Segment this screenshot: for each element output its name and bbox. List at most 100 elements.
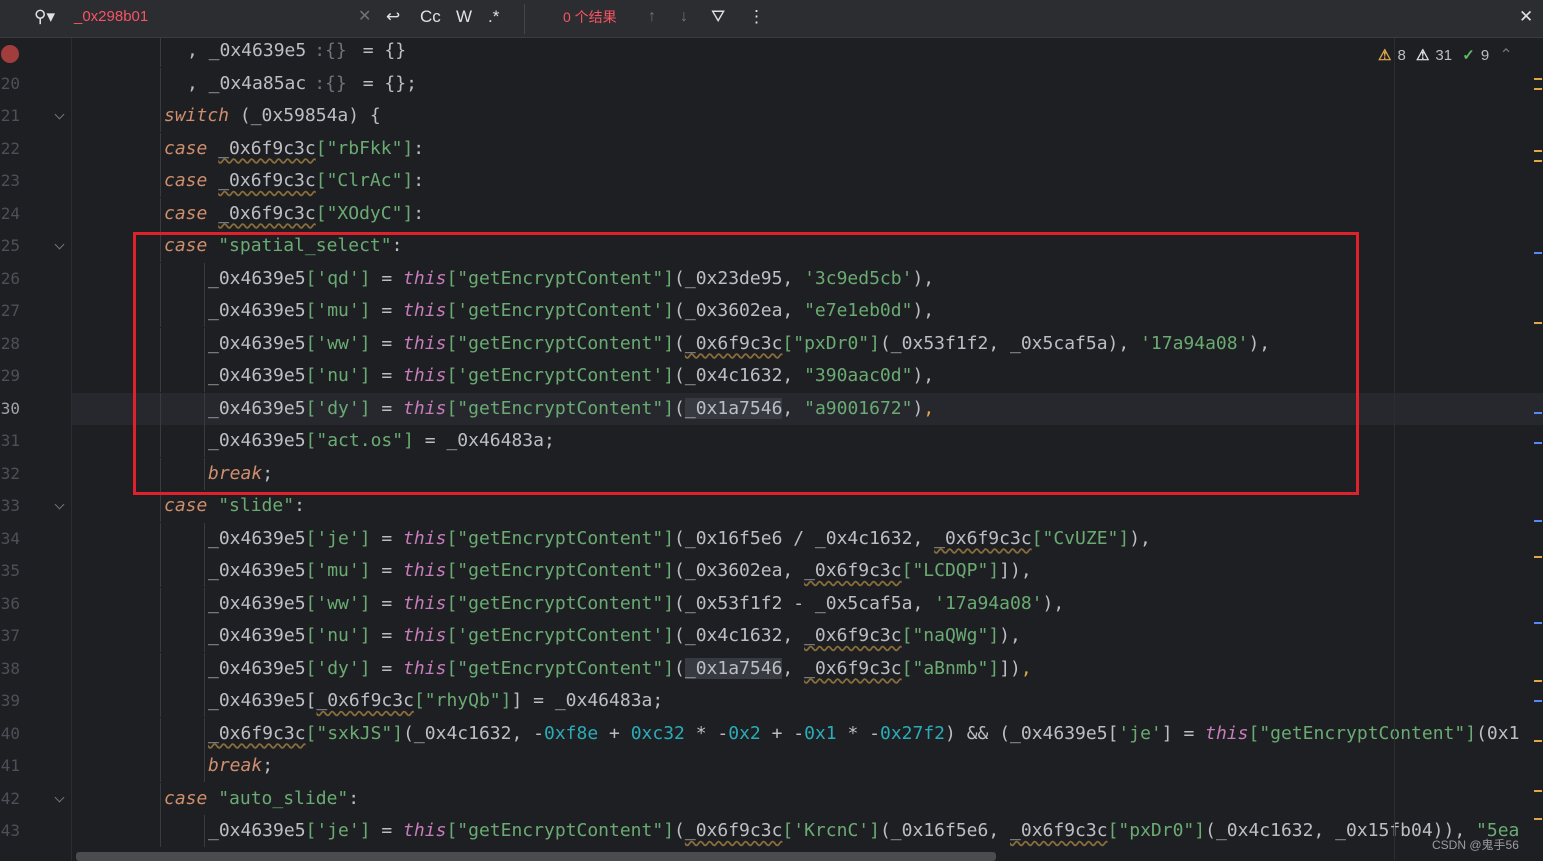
code-line[interactable]: _0x4639e5['dy'] = this["getEncryptConten… <box>72 392 1543 425</box>
scrollbar-marker[interactable] <box>1534 412 1542 414</box>
indent-guide <box>160 230 161 262</box>
code-token: "auto_slide" <box>218 787 349 809</box>
scrollbar-marker[interactable] <box>1534 442 1542 444</box>
code-line[interactable]: switch (_0x59854a) { <box>72 100 1543 132</box>
clear-search-icon[interactable]: ✕ <box>358 0 371 38</box>
match-case-button[interactable]: Cc <box>420 0 441 38</box>
code-editor[interactable]: , _0x4639e5:{} = {} , _0x4a85ac:{} = {}; swi… <box>72 38 1543 861</box>
code-text: _0x4639e5['je'] = this["getEncryptConten… <box>208 815 1519 847</box>
code-token: ['ww'] <box>305 332 371 354</box>
code-line[interactable]: _0x4639e5['ww'] = this["getEncryptConten… <box>72 587 1543 620</box>
code-token: this <box>403 527 447 549</box>
code-token: _0x4639e5 <box>208 300 306 321</box>
scrollbar-marker[interactable] <box>1534 790 1542 792</box>
code-token: switch <box>164 105 230 126</box>
code-line[interactable]: , _0x4639e5:{} = {} <box>72 38 1543 67</box>
previous-match-icon[interactable]: ↑ <box>648 0 656 38</box>
code-line[interactable]: _0x4639e5['je'] = this["getEncryptConten… <box>72 815 1543 847</box>
code-token: "slide" <box>218 495 295 516</box>
code-token: ; <box>262 755 274 776</box>
indent-guide <box>160 327 161 360</box>
code-line[interactable]: case "slide": <box>72 490 1543 522</box>
scrollbar-marker[interactable] <box>1534 740 1542 742</box>
code-token: (0x1 <box>1476 722 1520 744</box>
code-token: 0xf8e <box>543 722 599 744</box>
line-number: 42 <box>0 788 20 808</box>
whole-words-button[interactable]: W <box>456 0 472 38</box>
code-line[interactable]: _0x4639e5['mu'] = this["getEncryptConten… <box>72 555 1543 587</box>
scrollbar-marker[interactable] <box>1534 818 1542 820</box>
code-line[interactable]: , _0x4a85ac:{} = {}; <box>72 67 1543 100</box>
code-line[interactable]: case _0x6f9c3c["ClrAc"]: <box>72 165 1543 197</box>
code-token: "spatial_select" <box>218 235 392 256</box>
fold-chevron-icon[interactable] <box>54 100 68 132</box>
line-number: 28 <box>0 333 20 353</box>
scrollbar-marker[interactable] <box>1534 520 1542 522</box>
search-input[interactable]: _0x298b01 <box>74 0 148 38</box>
code-line[interactable]: _0x4639e5['nu'] = this['getEncryptConten… <box>72 360 1543 392</box>
code-line[interactable]: break; <box>72 457 1543 490</box>
chevron-up-icon[interactable]: ⌃ <box>1499 47 1512 64</box>
code-token: this <box>403 625 447 646</box>
code-line[interactable]: _0x4639e5['nu'] = this['getEncryptConten… <box>72 620 1543 652</box>
fold-chevron-icon[interactable] <box>54 230 68 262</box>
code-token: ), <box>912 267 935 289</box>
code-token: this <box>403 592 447 614</box>
regex-button[interactable]: .* <box>488 0 499 38</box>
scrollbar-marker[interactable] <box>1534 150 1542 152</box>
next-match-icon[interactable]: ↓ <box>680 0 688 38</box>
code-token: _0x6f9c3c <box>804 657 902 679</box>
more-options-icon[interactable]: ⋮ <box>748 0 765 38</box>
code-line[interactable]: case "auto_slide": <box>72 782 1543 815</box>
scrollbar-marker[interactable] <box>1534 680 1542 682</box>
code-line[interactable]: case "spatial_select": <box>72 230 1543 262</box>
code-text: case _0x6f9c3c["rbFkk"]: <box>164 133 424 165</box>
scrollbar-marker[interactable] <box>1534 556 1542 558</box>
breakpoint-icon[interactable] <box>1 45 19 63</box>
code-token: _0x4639e5 <box>208 527 306 549</box>
code-token: : <box>294 495 305 516</box>
code-line[interactable]: case _0x6f9c3c["rbFkk"]: <box>72 132 1543 165</box>
code-line[interactable]: _0x4639e5['je'] = this["getEncryptConten… <box>72 522 1543 555</box>
code-token: :{} <box>314 40 347 61</box>
line-number: 30 <box>0 398 20 418</box>
filter-icon[interactable]: ⛛ <box>711 0 725 38</box>
code-token: '3c9ed5cb' <box>804 267 913 289</box>
code-text: _0x4639e5['nu'] = this['getEncryptConten… <box>208 620 1021 652</box>
code-token: 0xc32 <box>630 722 685 744</box>
code-token: ( <box>674 657 685 679</box>
scrollbar-marker[interactable] <box>1534 622 1542 624</box>
scrollbar-marker[interactable] <box>1534 88 1542 90</box>
code-line[interactable]: _0x4639e5["act.os"] = _0x46483a; <box>72 425 1543 457</box>
code-token: ['mu'] <box>305 560 371 581</box>
code-line[interactable]: case _0x6f9c3c["XOdyC"]: <box>72 197 1543 230</box>
code-text: _0x4639e5['mu'] = this["getEncryptConten… <box>208 555 1032 587</box>
code-line[interactable]: _0x4639e5['ww'] = this["getEncryptConten… <box>72 327 1543 360</box>
code-line[interactable]: _0x6f9c3c["sxkJS"](_0x4c1632, -0xf8e + 0… <box>72 717 1543 750</box>
line-number: 21 <box>0 106 20 125</box>
new-line-icon[interactable]: ↩ <box>386 0 400 38</box>
code-token: this <box>1205 722 1249 744</box>
fold-chevron-icon[interactable] <box>54 490 68 522</box>
scrollbar-marker[interactable] <box>1534 252 1542 254</box>
scrollbar-marker[interactable] <box>1534 322 1542 324</box>
close-icon[interactable]: ✕ <box>1519 0 1533 38</box>
inspection-widget[interactable]: ⚠ 8 ⚠ 31 ✓ 9 ⌃ <box>1378 44 1519 68</box>
scrollbar-marker[interactable] <box>1534 78 1542 80</box>
code-token: _0x4639e5 <box>208 332 306 354</box>
code-line[interactable]: break; <box>72 750 1543 782</box>
search-history-icon[interactable]: ⚲▾ <box>34 0 55 38</box>
indent-guide <box>204 295 205 327</box>
code-line[interactable]: _0x4639e5['mu'] = this['getEncryptConten… <box>72 295 1543 327</box>
fold-chevron-icon[interactable] <box>54 783 68 815</box>
horizontal-scrollbar[interactable] <box>76 852 996 861</box>
code-line[interactable]: _0x4639e5['dy'] = this["getEncryptConten… <box>72 652 1543 685</box>
scrollbar-marker[interactable] <box>1534 700 1542 702</box>
scrollbar-marker[interactable] <box>1534 160 1542 162</box>
indent-guide <box>204 425 205 457</box>
line-number: 41 <box>0 756 20 775</box>
code-line[interactable]: _0x4639e5['qd'] = this["getEncryptConten… <box>72 262 1543 295</box>
code-line[interactable]: _0x4639e5[_0x6f9c3c["rhyQb"]] = _0x46483… <box>72 685 1543 717</box>
code-token: , _0x4a85ac <box>187 72 307 94</box>
code-token: ['getEncryptContent'] <box>446 300 675 321</box>
